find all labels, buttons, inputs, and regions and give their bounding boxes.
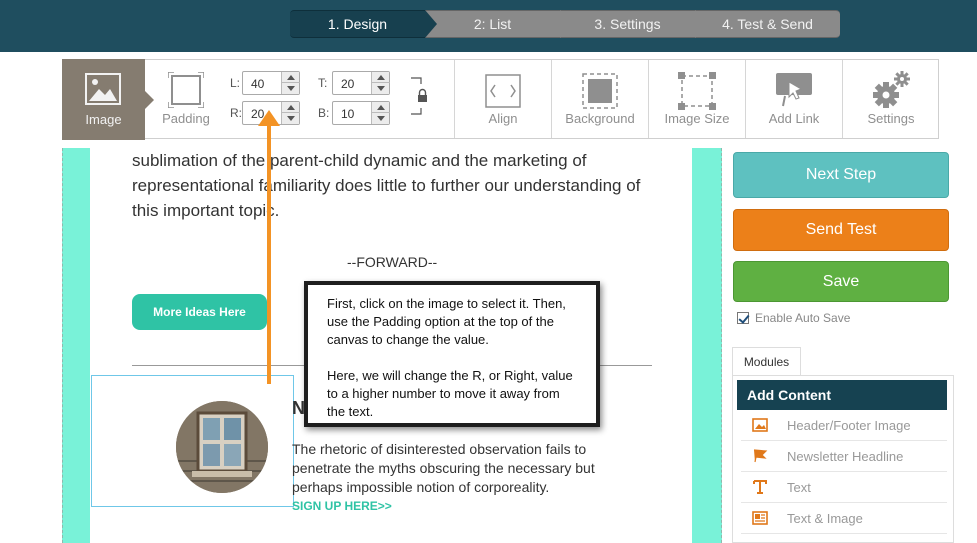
tab-modules[interactable]: Modules bbox=[732, 347, 801, 375]
top-bar: 1. Design 2: List 3. Settings 4. Test & … bbox=[0, 0, 977, 52]
image-toolbar: Image Padding L: 40 T: 20 R: 20 B: 10 Al… bbox=[62, 59, 939, 140]
padding-top-stepper[interactable] bbox=[371, 72, 390, 94]
window-photo[interactable] bbox=[176, 401, 268, 493]
padding-left-value: 40 bbox=[251, 77, 265, 91]
signup-link[interactable]: SIGN UP HERE>> bbox=[292, 499, 392, 513]
padding-bottom-input[interactable]: 10 bbox=[332, 101, 390, 125]
more-ideas-button[interactable]: More Ideas Here bbox=[132, 294, 267, 330]
padding-right-stepper[interactable] bbox=[281, 102, 300, 124]
auto-save-label: Enable Auto Save bbox=[755, 311, 851, 325]
instruction-callout: First, click on the image to select it. … bbox=[304, 281, 600, 427]
step-list-label: 2: List bbox=[473, 16, 512, 32]
step-design[interactable]: 1. Design bbox=[290, 10, 437, 38]
canvas-right-guide bbox=[721, 148, 722, 543]
step-test-send-label: 4. Test & Send bbox=[722, 16, 813, 32]
flag-icon bbox=[753, 449, 768, 463]
toolbar-background-button[interactable]: Background bbox=[552, 60, 648, 138]
step-design-label: 1. Design bbox=[327, 16, 388, 32]
padding-icon bbox=[168, 72, 204, 108]
canvas-left-margin bbox=[62, 148, 90, 543]
module-label: Text & Image bbox=[787, 511, 863, 526]
padding-bottom-key: B: bbox=[318, 106, 330, 120]
step-list[interactable]: 2: List bbox=[425, 10, 572, 38]
toolbar-padding-label: Padding bbox=[162, 111, 210, 126]
module-text[interactable]: Text bbox=[741, 472, 947, 503]
padding-right-key: R: bbox=[230, 106, 242, 120]
gears-icon bbox=[873, 71, 910, 108]
toolbar-add-link-button[interactable]: Add Link bbox=[746, 60, 842, 138]
padding-bottom-stepper[interactable] bbox=[371, 102, 390, 124]
next-step-button[interactable]: Next Step bbox=[733, 152, 949, 198]
auto-save-checkbox[interactable] bbox=[737, 312, 749, 324]
text-icon bbox=[753, 480, 767, 494]
toolbar-image-button[interactable]: Image bbox=[62, 59, 154, 140]
padding-top-value: 20 bbox=[341, 77, 355, 91]
align-icon bbox=[485, 74, 521, 108]
send-test-button[interactable]: Send Test bbox=[733, 209, 949, 251]
body-paragraph[interactable]: sublimation of the parent-child dynamic … bbox=[132, 148, 652, 223]
toolbar-image-label: Image bbox=[85, 112, 122, 127]
add-content-header: Add Content bbox=[737, 380, 947, 410]
padding-top-input[interactable]: 20 bbox=[332, 71, 390, 95]
module-text-image[interactable]: Text & Image bbox=[741, 503, 947, 534]
window-photo-art bbox=[176, 401, 268, 493]
toolbar-image-size-label: Image Size bbox=[664, 111, 730, 126]
padding-bottom-value: 10 bbox=[341, 107, 355, 121]
image-size-icon bbox=[678, 72, 716, 110]
toolbar-align-button[interactable]: Align bbox=[455, 60, 551, 138]
toolbar-add-link-label: Add Link bbox=[768, 111, 820, 126]
step-test-send[interactable]: 4. Test & Send bbox=[695, 10, 840, 38]
lock-icon[interactable] bbox=[409, 75, 431, 119]
step-arrow bbox=[425, 10, 437, 38]
forward-text[interactable]: --FORWARD-- bbox=[347, 254, 437, 270]
step-settings[interactable]: 3. Settings bbox=[560, 10, 707, 38]
image-icon bbox=[752, 418, 768, 432]
padding-left-input[interactable]: 40 bbox=[242, 71, 300, 95]
module-label: Newsletter Headline bbox=[787, 449, 904, 464]
module-newsletter-headline[interactable]: Newsletter Headline bbox=[741, 441, 947, 472]
toolbar-padding-button[interactable]: Padding bbox=[153, 60, 219, 138]
toolbar-settings-button[interactable]: Settings bbox=[843, 60, 939, 138]
toolbar-settings-label: Settings bbox=[867, 111, 915, 126]
link-icon bbox=[776, 73, 812, 107]
toolbar-image-size-button[interactable]: Image Size bbox=[649, 60, 745, 138]
padding-left-key: L: bbox=[230, 76, 241, 90]
step-arrow bbox=[560, 10, 572, 38]
module-header-footer-image[interactable]: Header/Footer Image bbox=[741, 410, 947, 441]
canvas-left-guide bbox=[62, 148, 63, 543]
padding-top-key: T: bbox=[318, 76, 328, 90]
module-label: Header/Footer Image bbox=[787, 418, 911, 433]
module-label: Text bbox=[787, 480, 811, 495]
background-icon bbox=[582, 73, 618, 109]
text-image-icon bbox=[752, 511, 768, 525]
wizard-steps: 1. Design 2: List 3. Settings 4. Test & … bbox=[290, 10, 840, 38]
toolbar-background-label: Background bbox=[565, 111, 635, 126]
step-settings-label: 3. Settings bbox=[594, 16, 661, 32]
callout-paragraph-2: Here, we will change the R, or Right, va… bbox=[327, 368, 573, 419]
auto-save-option[interactable]: Enable Auto Save bbox=[737, 311, 850, 325]
canvas-right-margin bbox=[692, 148, 722, 543]
padding-right-input[interactable]: 20 bbox=[242, 101, 300, 125]
padding-left-stepper[interactable] bbox=[281, 72, 300, 94]
padding-right-value: 20 bbox=[251, 107, 265, 121]
toolbar-align-label: Align bbox=[488, 111, 518, 126]
step-arrow bbox=[695, 10, 707, 38]
callout-paragraph-1: First, click on the image to select it. … bbox=[327, 296, 566, 347]
save-button[interactable]: Save bbox=[733, 261, 949, 302]
picture-icon bbox=[85, 73, 121, 105]
article-paragraph[interactable]: The rhetoric of disinterested observatio… bbox=[292, 440, 622, 497]
